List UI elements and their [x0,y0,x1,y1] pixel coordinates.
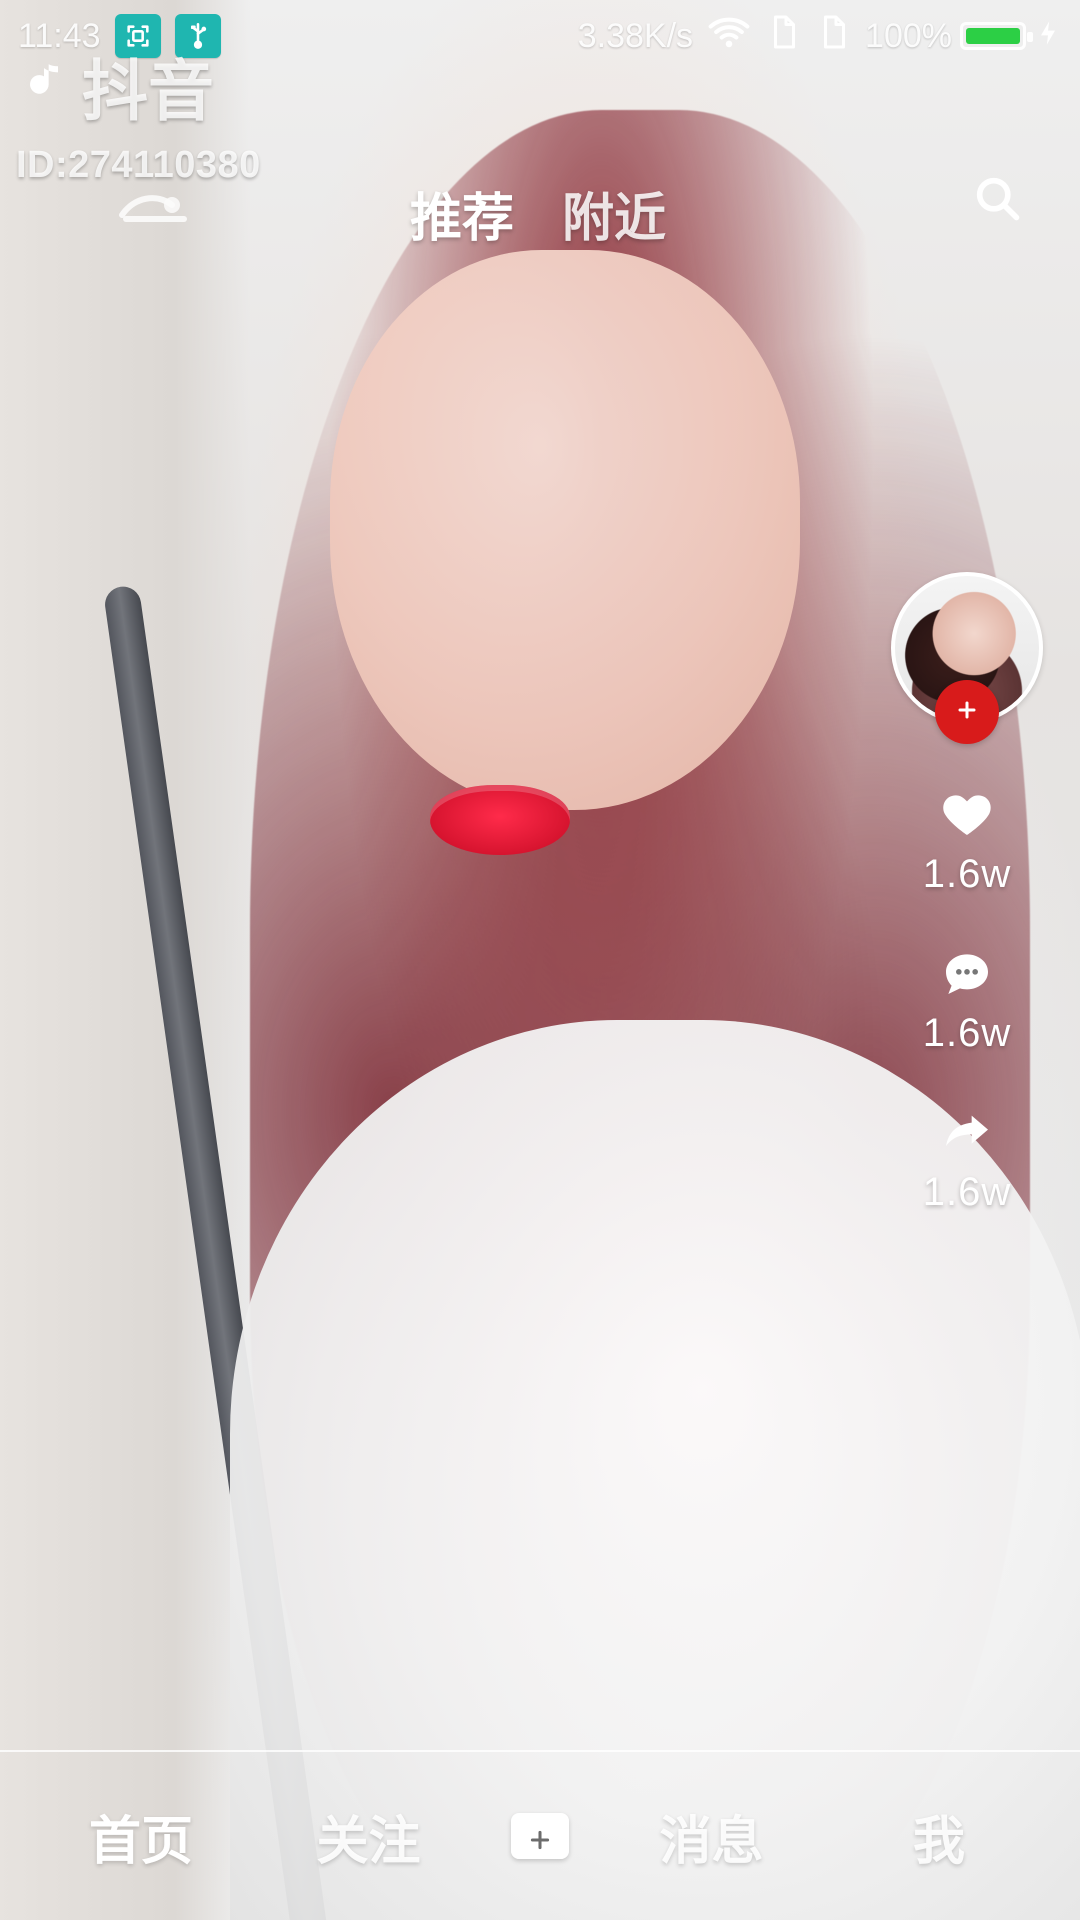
bottom-nav: 首页 关注 消息 我 [0,1750,1080,1920]
sim-icon [815,12,851,61]
watermark: 抖音 ID:274110380 [16,38,261,187]
plus-icon [527,1806,553,1866]
video-background-left-wall [0,0,250,1920]
wifi-icon [707,10,751,63]
battery-fill [966,28,1020,44]
video-background-lips [430,785,570,855]
share-action[interactable]: 1.6w [882,1102,1052,1215]
music-note-icon [16,48,72,125]
tab-nearby[interactable]: 附近 [562,170,666,257]
live-icon[interactable] [112,175,200,245]
nav-me[interactable]: 我 [854,1799,1024,1874]
nav-messages[interactable]: 消息 [627,1799,797,1874]
plus-icon [955,698,979,726]
app-screen: 11:43 3.38K/s 100% 抖音 ID:274110380 推荐 附近… [0,0,1080,1920]
search-button[interactable] [962,165,1032,235]
network-speed: 3.38K/s [577,16,694,55]
right-actions: 1.6w 1.6w 1.6w [882,572,1052,1243]
heart-icon [933,784,1001,844]
comment-count: 1.6w [922,1011,1012,1055]
comment-action[interactable]: 1.6w [882,943,1052,1056]
creator-avatar-wrap[interactable] [891,572,1043,744]
battery-percent: 100% [865,16,952,55]
battery: 100% [865,17,1062,56]
share-arrow-icon [933,1102,1001,1162]
nav-following[interactable]: 关注 [284,1799,454,1874]
nav-home[interactable]: 首页 [56,1799,226,1874]
status-right: 3.38K/s 100% [578,10,1062,63]
tab-recommended[interactable]: 推荐 [410,170,514,257]
watermark-app-name: 抖音 [82,53,214,130]
comment-icon [933,943,1001,1003]
like-action[interactable]: 1.6w [882,784,1052,897]
nav-add-button[interactable] [511,1813,569,1859]
sim-icon [765,12,801,61]
battery-icon [960,22,1033,50]
share-count: 1.6w [922,1170,1012,1214]
search-icon [971,172,1023,228]
follow-button[interactable] [935,680,999,744]
like-count: 1.6w [922,852,1012,896]
top-tabs: 推荐 附近 [410,170,666,257]
video-background-face [330,250,800,810]
charging-icon [1034,17,1062,56]
watermark-logo: 抖音 [16,38,261,134]
